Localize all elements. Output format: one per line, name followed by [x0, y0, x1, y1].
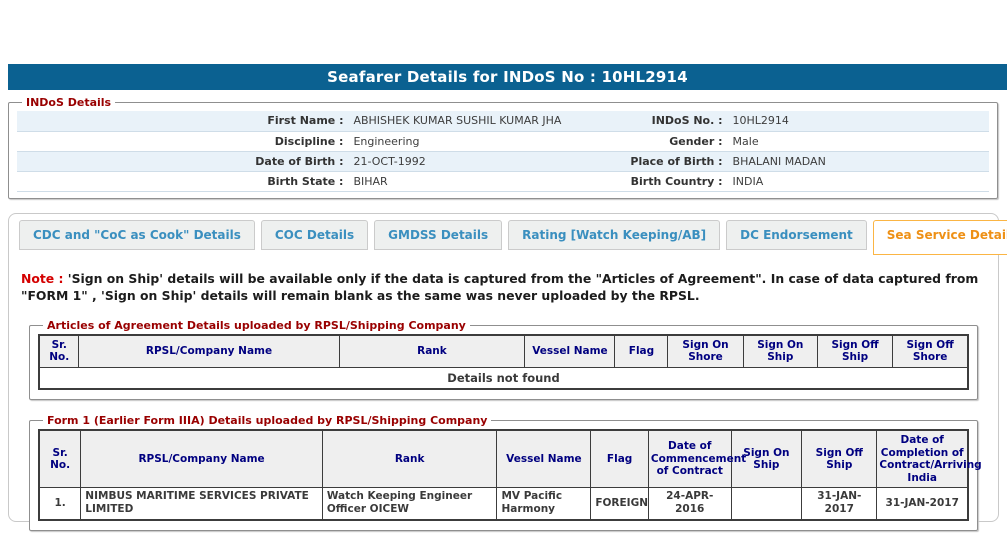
- col-sign-off-ship: Sign Off Ship: [802, 430, 877, 488]
- birth-country-value: INDIA: [727, 171, 989, 191]
- cell-sign-off-ship: 31-JAN-2017: [802, 488, 877, 520]
- cell-vessel: MV Pacific Harmony: [497, 488, 591, 520]
- indos-row: Date of Birth : 21-OCT-1992 Place of Bir…: [17, 151, 989, 171]
- sign-on-ship-note: Note : 'Sign on Ship' details will be av…: [21, 270, 986, 305]
- tab-bar: CDC and "CoC as Cook" Details COC Detail…: [19, 220, 988, 256]
- indos-no-label: INDoS No. :: [610, 111, 727, 131]
- col-sign-on-ship: Sign On Ship: [743, 335, 817, 368]
- tab-coc-details[interactable]: COC Details: [261, 220, 368, 250]
- tab-sea-service-details[interactable]: Sea Service Details: [873, 220, 1007, 255]
- tab-gmdss-details[interactable]: GMDSS Details: [374, 220, 502, 250]
- tab-dc-endorsement[interactable]: DC Endorsement: [726, 220, 867, 250]
- first-name-value: ABHISHEK KUMAR SUSHIL KUMAR JHA: [347, 111, 609, 131]
- indos-row: Discipline : Engineering Gender : Male: [17, 131, 989, 151]
- indos-row: Birth State : BIHAR Birth Country : INDI…: [17, 171, 989, 191]
- cell-company: NIMBUS MARITIME SERVICES PRIVATE LIMITED: [81, 488, 323, 520]
- col-sr-no: Sr. No.: [39, 335, 79, 368]
- place-of-birth-value: BHALANI MADAN: [727, 151, 989, 171]
- col-date-of-completion: Date of Completion of Contract/Arriving …: [877, 430, 968, 488]
- articles-empty-row: Details not found: [39, 367, 968, 389]
- tab-rating-watch-keeping-ab[interactable]: Rating [Watch Keeping/AB]: [508, 220, 720, 250]
- gender-value: Male: [727, 131, 989, 151]
- articles-header-row: Sr. No. RPSL/Company Name Rank Vessel Na…: [39, 335, 968, 368]
- cell-sr-no: 1.: [39, 488, 81, 520]
- col-sr-no: Sr. No.: [39, 430, 81, 488]
- cell-commencement: 24-APR-2016: [648, 488, 731, 520]
- discipline-value: Engineering: [347, 131, 609, 151]
- col-rpsl-company-name: RPSL/Company Name: [79, 335, 339, 368]
- indos-details-legend: INDoS Details: [22, 96, 115, 109]
- indos-no-value: 10HL2914: [727, 111, 989, 131]
- gender-label: Gender :: [610, 131, 727, 151]
- indos-details-fieldset: INDoS Details First Name : ABHISHEK KUMA…: [8, 96, 998, 199]
- note-prefix: Note :: [21, 271, 63, 286]
- col-date-of-commencement: Date of Commencement of Contract: [648, 430, 731, 488]
- cell-sign-on-ship: [731, 488, 802, 520]
- col-sign-off-ship: Sign Off Ship: [817, 335, 892, 368]
- col-rank: Rank: [339, 335, 525, 368]
- articles-of-agreement-table: Sr. No. RPSL/Company Name Rank Vessel Na…: [38, 334, 969, 390]
- birth-state-value: BIHAR: [347, 171, 609, 191]
- form1-data-row: 1. NIMBUS MARITIME SERVICES PRIVATE LIMI…: [39, 488, 968, 520]
- details-not-found-message: Details not found: [39, 367, 968, 389]
- col-vessel-name: Vessel Name: [525, 335, 615, 368]
- form1-header-row: Sr. No. RPSL/Company Name Rank Vessel Na…: [39, 430, 968, 488]
- first-name-label: First Name :: [17, 111, 347, 131]
- col-rank: Rank: [322, 430, 497, 488]
- note-text: 'Sign on Ship' details will be available…: [21, 271, 978, 303]
- place-of-birth-label: Place of Birth :: [610, 151, 727, 171]
- page-title: Seafarer Details for INDoS No : 10HL2914: [8, 64, 1007, 90]
- cell-rank: Watch Keeping Engineer Officer OICEW: [322, 488, 497, 520]
- indos-row: First Name : ABHISHEK KUMAR SUSHIL KUMAR…: [17, 111, 989, 131]
- form1-table: Sr. No. RPSL/Company Name Rank Vessel Na…: [38, 429, 969, 521]
- col-vessel-name: Vessel Name: [497, 430, 591, 488]
- articles-of-agreement-legend: Articles of Agreement Details uploaded b…: [43, 319, 470, 332]
- cell-flag: FOREIGN: [591, 488, 649, 520]
- col-sign-on-shore: Sign On Shore: [668, 335, 743, 368]
- date-of-birth-label: Date of Birth :: [17, 151, 347, 171]
- articles-of-agreement-fieldset: Articles of Agreement Details uploaded b…: [29, 319, 978, 400]
- tab-content-panel: CDC and "CoC as Cook" Details COC Detail…: [8, 213, 999, 522]
- col-flag: Flag: [591, 430, 649, 488]
- cell-completion: 31-JAN-2017: [877, 488, 968, 520]
- col-flag: Flag: [615, 335, 668, 368]
- discipline-label: Discipline :: [17, 131, 347, 151]
- date-of-birth-value: 21-OCT-1992: [347, 151, 609, 171]
- form1-legend: Form 1 (Earlier Form IIIA) Details uploa…: [43, 414, 491, 427]
- col-rpsl-company-name: RPSL/Company Name: [81, 430, 323, 488]
- birth-country-label: Birth Country :: [610, 171, 727, 191]
- form1-fieldset: Form 1 (Earlier Form IIIA) Details uploa…: [29, 414, 978, 531]
- col-sign-off-shore: Sign Off Shore: [893, 335, 968, 368]
- tab-cdc-coc-as-cook-details[interactable]: CDC and "CoC as Cook" Details: [19, 220, 255, 250]
- birth-state-label: Birth State :: [17, 171, 347, 191]
- indos-details-table: First Name : ABHISHEK KUMAR SUSHIL KUMAR…: [17, 111, 989, 192]
